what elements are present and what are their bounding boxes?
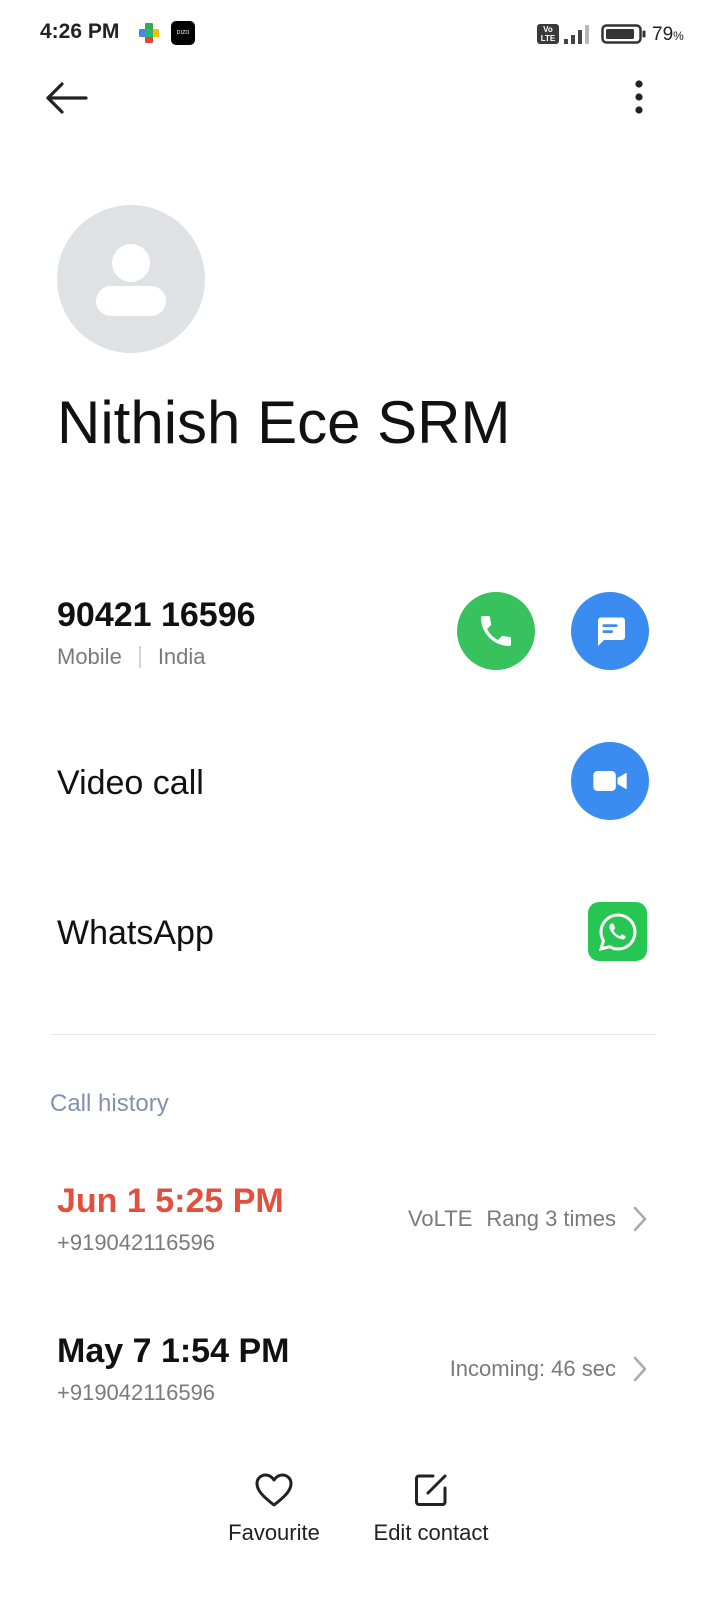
phone-meta: Mobile India bbox=[57, 644, 206, 670]
phone-location: India bbox=[157, 644, 206, 669]
chevron-right-icon[interactable] bbox=[630, 1204, 650, 1234]
meta-divider bbox=[138, 646, 141, 668]
whatsapp-button[interactable] bbox=[588, 902, 647, 961]
message-button[interactable] bbox=[571, 592, 649, 670]
battery-value: 79 bbox=[652, 24, 674, 45]
battery-percent: 79% bbox=[652, 24, 684, 46]
dizo-icon: DIZO bbox=[171, 21, 195, 45]
battery-unit: % bbox=[673, 29, 684, 43]
call-history-title: Call history bbox=[50, 1090, 169, 1117]
favourite-label: Favourite bbox=[228, 1520, 320, 1545]
call-status: Incoming: 46 sec bbox=[449, 1356, 616, 1381]
status-bar: 4:26 PM DIZO Vo LTE 79% bbox=[0, 0, 720, 68]
edit-icon bbox=[415, 1474, 447, 1506]
call-date: May 7 1:54 PM bbox=[57, 1332, 290, 1370]
call-info: VoLTE Rang 3 times bbox=[408, 1206, 616, 1232]
video-camera-icon bbox=[593, 771, 627, 791]
more-options-button[interactable] bbox=[618, 72, 660, 124]
call-history-row[interactable]: May 7 1:54 PM +919042116596 Incoming: 46… bbox=[0, 1332, 720, 1432]
contact-name: Nithish Ece SRM bbox=[57, 389, 511, 456]
person-placeholder-icon bbox=[96, 244, 166, 316]
battery-icon bbox=[601, 24, 646, 44]
status-time: 4:26 PM bbox=[40, 20, 120, 43]
video-call-button[interactable] bbox=[571, 742, 649, 820]
volte-top-label: Vo bbox=[543, 25, 553, 34]
signal-icon bbox=[564, 25, 589, 44]
message-icon bbox=[598, 617, 625, 646]
whatsapp-icon bbox=[598, 912, 637, 951]
phone-icon bbox=[481, 616, 511, 646]
more-vertical-icon bbox=[635, 80, 643, 114]
call-status: Rang 3 times bbox=[486, 1206, 616, 1231]
edit-contact-button[interactable]: Edit contact bbox=[361, 1468, 501, 1546]
chevron-right-icon[interactable] bbox=[630, 1354, 650, 1384]
call-number: +919042116596 bbox=[57, 1230, 216, 1255]
play-games-icon bbox=[139, 23, 159, 43]
call-number: +919042116596 bbox=[57, 1380, 216, 1405]
phone-type: Mobile bbox=[57, 644, 122, 669]
section-divider bbox=[50, 1034, 656, 1035]
phone-number[interactable]: 90421 16596 bbox=[57, 596, 256, 635]
volte-icon: Vo LTE bbox=[537, 24, 559, 44]
back-arrow-icon bbox=[46, 82, 88, 114]
heart-icon bbox=[255, 1473, 293, 1507]
call-network: VoLTE bbox=[407, 1206, 473, 1231]
call-info: Incoming: 46 sec bbox=[450, 1356, 616, 1382]
volte-bottom-label: LTE bbox=[540, 34, 556, 43]
video-call-label[interactable]: Video call bbox=[57, 764, 204, 803]
favourite-button[interactable]: Favourite bbox=[214, 1468, 334, 1546]
call-history-row[interactable]: Jun 1 5:25 PM +919042116596 VoLTE Rang 3 … bbox=[0, 1182, 720, 1282]
call-button[interactable] bbox=[457, 592, 535, 670]
whatsapp-label[interactable]: WhatsApp bbox=[57, 914, 214, 953]
call-date: Jun 1 5:25 PM bbox=[57, 1182, 284, 1220]
avatar[interactable] bbox=[57, 205, 205, 353]
edit-contact-label: Edit contact bbox=[373, 1520, 489, 1545]
back-button[interactable] bbox=[36, 72, 96, 124]
